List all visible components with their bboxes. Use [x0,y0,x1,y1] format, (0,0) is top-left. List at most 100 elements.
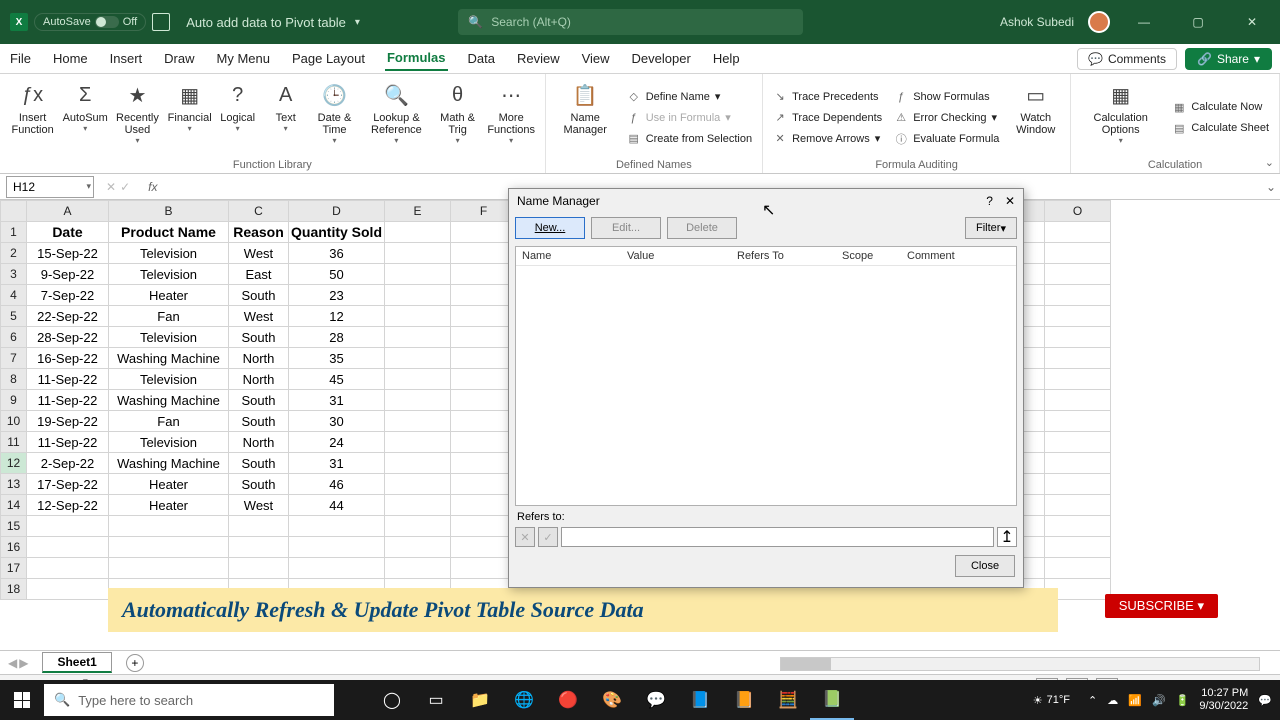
enter-icon[interactable]: ✓ [120,180,130,194]
close-button[interactable]: ✕ [1232,0,1272,44]
tab-file[interactable]: File [8,47,33,70]
list-col-comment[interactable]: Comment [901,247,961,265]
expand-formula-bar-icon[interactable]: ⌄ [1262,180,1280,194]
list-col-scope[interactable]: Scope [836,247,901,265]
list-col-value[interactable]: Value [621,247,731,265]
col-header[interactable]: C [229,201,289,222]
more-functions-button[interactable]: ⋯More Functions▾ [484,78,539,157]
clock[interactable]: 10:27 PM 9/30/2022 [1199,687,1248,713]
toggle-off-icon[interactable] [95,16,119,28]
name-manager-button[interactable]: 📋Name Manager [552,78,619,157]
tray-chevron-icon[interactable]: ⌃ [1088,694,1097,707]
insert-function-button[interactable]: ƒxInsert Function [6,78,59,157]
save-icon[interactable] [152,13,170,31]
math-trig-button[interactable]: θMath & Trig▾ [436,78,480,157]
tab-mymenu[interactable]: My Menu [215,47,272,70]
maximize-button[interactable]: ▢ [1178,0,1218,44]
add-sheet-button[interactable]: + [126,654,144,672]
share-button[interactable]: 🔗 Share ▾ [1185,48,1272,70]
user-name[interactable]: Ashok Subedi [1000,15,1074,29]
dialog-close-icon[interactable]: ✕ [1005,194,1015,208]
col-header[interactable]: O [1045,201,1111,222]
close-dialog-button[interactable]: Close [955,555,1015,577]
col-header[interactable]: A [27,201,109,222]
word-icon[interactable]: 📘 [678,680,722,720]
logical-button[interactable]: ?Logical▾ [216,78,260,157]
tab-data[interactable]: Data [466,47,497,70]
col-header[interactable]: B [109,201,229,222]
define-name-button[interactable]: ◇Define Name ▾ [623,88,756,106]
tab-insert[interactable]: Insert [108,47,145,70]
cortana-icon[interactable]: ◯ [370,680,414,720]
paint-icon[interactable]: 🎨 [590,680,634,720]
opera-icon[interactable]: 🔴 [546,680,590,720]
refers-to-input[interactable] [561,527,994,547]
col-header[interactable]: F [451,201,517,222]
dialog-help-icon[interactable]: ? [986,194,993,208]
subscribe-button[interactable]: SUBSCRIBE ▾ [1105,594,1218,618]
name-list[interactable]: Name Value Refers To Scope Comment [515,246,1017,506]
name-box[interactable]: H12▾ [6,176,94,198]
avatar[interactable] [1088,11,1110,33]
tab-view[interactable]: View [580,47,612,70]
autosum-button[interactable]: ΣAutoSum▾ [63,78,107,157]
filter-button[interactable]: Filter ▾ [965,217,1017,239]
notifications-icon[interactable]: 💬 [1258,694,1272,707]
calculator-icon[interactable]: 🧮 [766,680,810,720]
minimize-button[interactable]: — [1124,0,1164,44]
col-header[interactable]: E [385,201,451,222]
viber-icon[interactable]: 💬 [634,680,678,720]
tab-home[interactable]: Home [51,47,90,70]
tab-developer[interactable]: Developer [630,47,693,70]
recently-used-button[interactable]: ★Recently Used▾ [111,78,163,157]
chevron-down-icon[interactable]: ▾ [355,17,360,28]
error-checking-button[interactable]: ⚠Error Checking ▾ [890,109,1003,127]
text-button[interactable]: AText▾ [264,78,308,157]
wifi-icon[interactable]: 📶 [1128,694,1142,707]
watch-window-button[interactable]: ▭Watch Window [1007,78,1064,157]
task-view-icon[interactable]: ▭ [414,680,458,720]
onedrive-icon[interactable]: ☁ [1107,694,1118,707]
calculate-sheet-button[interactable]: ▤Calculate Sheet [1168,119,1273,137]
range-select-button[interactable]: ↥ [997,527,1017,547]
start-button[interactable] [0,692,44,708]
volume-icon[interactable]: 🔊 [1152,694,1166,707]
list-col-refers[interactable]: Refers To [731,247,836,265]
excel-taskbar-icon[interactable]: 📗 [810,680,854,720]
create-from-selection-button[interactable]: ▤Create from Selection [623,130,756,148]
autosave-toggle[interactable]: AutoSave Off [34,13,146,31]
evaluate-formula-button[interactable]: ⓘEvaluate Formula [890,130,1003,148]
comments-button[interactable]: 💬 Comments [1077,48,1177,70]
show-formulas-button[interactable]: ƒShow Formulas [890,88,1003,106]
horizontal-scrollbar[interactable] [780,657,1260,671]
calculate-now-button[interactable]: ▦Calculate Now [1168,98,1273,116]
tab-draw[interactable]: Draw [162,47,196,70]
date-time-button[interactable]: 🕒Date & Time▾ [312,78,358,157]
edge-icon[interactable]: 🌐 [502,680,546,720]
lookup-ref-button[interactable]: 🔍Lookup & Reference▾ [361,78,431,157]
tab-pagelayout[interactable]: Page Layout [290,47,367,70]
calc-options-button[interactable]: ▦Calculation Options▾ [1077,78,1164,157]
filename[interactable]: Auto add data to Pivot table [186,15,346,30]
taskbar-search[interactable]: 🔍 Type here to search [44,684,334,716]
tab-review[interactable]: Review [515,47,562,70]
sheet-tab[interactable]: Sheet1 [42,652,111,673]
fx-icon[interactable]: fx [148,180,157,194]
new-name-button[interactable]: New... [515,217,585,239]
list-col-name[interactable]: Name [516,247,621,265]
explorer-icon[interactable]: 📁 [458,680,502,720]
collapse-ribbon-icon[interactable]: ⌄ [1265,156,1274,169]
prev-sheet-icon[interactable]: ◀ [8,656,17,670]
remove-arrows-button[interactable]: ✕Remove Arrows ▾ [769,130,886,148]
financial-button[interactable]: ▦Financial▾ [168,78,212,157]
tab-help[interactable]: Help [711,47,742,70]
select-all-corner[interactable] [1,201,27,222]
battery-icon[interactable]: 🔋 [1176,694,1190,707]
weather-widget[interactable]: ☀ 71°F [1025,684,1078,716]
tab-formulas[interactable]: Formulas [385,46,448,71]
next-sheet-icon[interactable]: ▶ [19,656,28,670]
powerpoint-icon[interactable]: 📙 [722,680,766,720]
cancel-icon[interactable]: ✕ [106,180,116,194]
trace-precedents-button[interactable]: ↘Trace Precedents [769,88,886,106]
search-input[interactable]: 🔍 Search (Alt+Q) [458,9,803,35]
